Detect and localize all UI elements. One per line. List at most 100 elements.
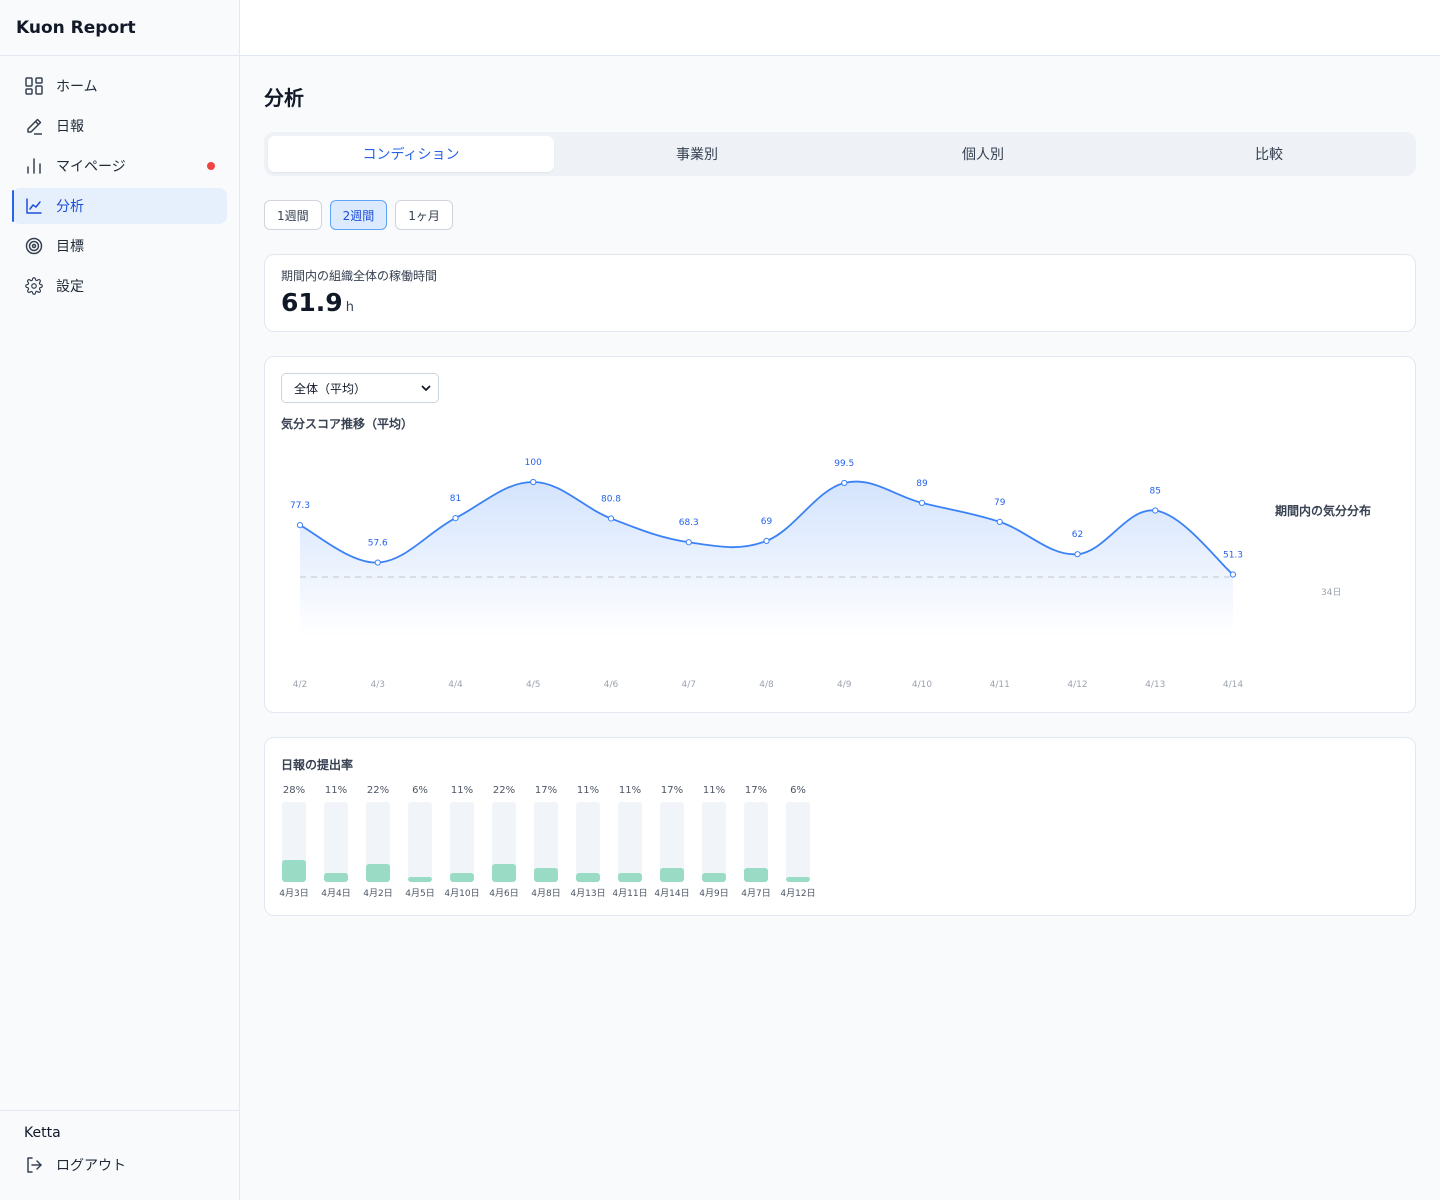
submission-bar-track bbox=[324, 802, 348, 882]
submission-bar-date: 4月7日 bbox=[741, 889, 771, 899]
tab-bar: コンディション 事業別 個人別 比較 bbox=[264, 132, 1416, 176]
mood-point bbox=[996, 518, 1003, 525]
mood-score-chart: 77.3 4/2 57.6 4/3 81 4/4 100 4/5 80.8 4/6 68.3 4/7 6… bbox=[290, 458, 1243, 690]
submission-bar-column: 11% 4月10日 bbox=[444, 784, 479, 899]
submission-rate-card: 日報の提出率 28% 4月3日 11% 4月4日 22% 4月2日 6% 4月5日 11% 4月1… bbox=[264, 737, 1416, 916]
tab-compare[interactable]: 比較 bbox=[1126, 136, 1412, 172]
mood-x-tick-label: 4/7 bbox=[682, 680, 696, 690]
logout-label: ログアウト bbox=[56, 1158, 126, 1174]
mood-x-tick-label: 4/9 bbox=[837, 680, 852, 690]
submission-bar-track bbox=[576, 802, 600, 882]
mood-data-label: 81 bbox=[450, 494, 461, 504]
sidebar-nav: ホーム 日報 マイページ 分析 目標 設定 bbox=[0, 56, 239, 304]
submission-bar-date: 4月9日 bbox=[699, 889, 729, 899]
submission-bar bbox=[408, 877, 432, 882]
submission-bar-column: 6% 4月12日 bbox=[780, 784, 815, 899]
mood-point bbox=[685, 539, 692, 546]
mood-x-tick-label: 4/14 bbox=[1223, 680, 1243, 690]
submission-bar-column: 17% 4月14日 bbox=[654, 784, 690, 899]
submission-bar bbox=[618, 873, 642, 882]
mood-distribution-value: 34日 bbox=[1321, 588, 1342, 598]
tab-by-business[interactable]: 事業別 bbox=[554, 136, 840, 172]
submission-bar-label: 17% bbox=[660, 785, 684, 796]
sidebar-item-goals[interactable]: 目標 bbox=[12, 228, 227, 264]
mood-point bbox=[530, 478, 537, 486]
mood-x-tick-label: 4/4 bbox=[448, 680, 463, 690]
period-1month-button[interactable]: 1ヶ月 bbox=[395, 200, 453, 230]
submission-bar-track bbox=[786, 802, 810, 882]
period-1week-button[interactable]: 1週間 bbox=[264, 200, 322, 230]
submission-bar-label: 22% bbox=[366, 785, 390, 796]
working-hours-label: 期間内の組織全体の稼働時間 bbox=[281, 269, 438, 283]
submission-bar-column: 11% 4月4日 bbox=[319, 784, 353, 899]
mood-x-tick-label: 4/12 bbox=[1067, 680, 1087, 690]
mood-x-tick-label: 4/13 bbox=[1145, 680, 1165, 690]
submission-bar-date: 4月13日 bbox=[570, 889, 606, 899]
mood-data-label: 100 bbox=[525, 458, 542, 468]
sidebar-item-label: 設定 bbox=[56, 279, 84, 295]
notification-dot bbox=[207, 162, 215, 170]
submission-bar-date: 4月14日 bbox=[654, 889, 690, 899]
mood-area-fill bbox=[300, 481, 1233, 637]
submission-bar-column: 22% 4月6日 bbox=[487, 784, 521, 899]
submission-bar-track bbox=[450, 802, 474, 882]
page-title: 分析 bbox=[264, 86, 304, 110]
mood-point bbox=[841, 479, 848, 487]
submission-bar-column: 28% 4月3日 bbox=[277, 784, 311, 899]
submission-bar-date: 4月2日 bbox=[363, 889, 393, 899]
mood-x-tick-label: 4/2 bbox=[293, 680, 307, 690]
submission-bar-label: 6% bbox=[790, 785, 806, 796]
grid-icon bbox=[24, 76, 44, 96]
submission-bar-date: 4月11日 bbox=[612, 889, 648, 899]
submission-bar-column: 11% 4月11日 bbox=[612, 784, 648, 899]
submission-bar-label: 11% bbox=[618, 785, 642, 796]
scope-select[interactable]: 全体（平均） bbox=[281, 373, 439, 403]
sidebar-item-settings[interactable]: 設定 bbox=[12, 268, 227, 304]
submission-bar-track bbox=[702, 802, 726, 882]
line-chart-icon bbox=[24, 196, 44, 216]
mood-x-tick-label: 4/8 bbox=[759, 680, 774, 690]
logout-icon bbox=[24, 1155, 44, 1175]
tab-by-person[interactable]: 個人別 bbox=[840, 136, 1126, 172]
sidebar-item-daily-report[interactable]: 日報 bbox=[12, 108, 227, 144]
submission-bar bbox=[534, 868, 558, 882]
sidebar-item-mypage[interactable]: マイページ bbox=[12, 148, 227, 184]
pencil-icon bbox=[24, 116, 44, 136]
submission-bar-column: 6% 4月5日 bbox=[403, 784, 437, 899]
sidebar-item-home[interactable]: ホーム bbox=[12, 68, 227, 104]
mood-point bbox=[374, 559, 381, 566]
mood-distribution-title: 期間内の気分分布 bbox=[1275, 504, 1372, 518]
submission-bar-label: 11% bbox=[702, 785, 726, 796]
chevron-down-icon bbox=[420, 382, 432, 394]
mood-data-label: 51.3 bbox=[1223, 551, 1243, 561]
mood-data-label: 68.3 bbox=[679, 518, 699, 528]
mood-point bbox=[1152, 507, 1159, 514]
period-selector: 1週間 2週間 1ヶ月 bbox=[264, 200, 1416, 230]
submission-rate-chart: 28% 4月3日 11% 4月4日 22% 4月2日 6% 4月5日 11% 4月10日 22% 4月… bbox=[277, 784, 815, 899]
submission-bar bbox=[660, 868, 684, 882]
submission-bar bbox=[450, 873, 474, 882]
period-2weeks-button[interactable]: 2週間 bbox=[329, 200, 388, 230]
submission-bar bbox=[786, 877, 810, 882]
mood-x-tick-label: 4/5 bbox=[526, 680, 540, 690]
mood-point bbox=[607, 515, 615, 522]
working-hours-card: 期間内の組織全体の稼働時間 61.9 h bbox=[264, 254, 1416, 332]
logout-button[interactable]: ログアウト bbox=[24, 1155, 215, 1175]
submission-bar bbox=[702, 873, 726, 882]
submission-bar-track bbox=[408, 802, 432, 882]
submission-bar-label: 17% bbox=[744, 785, 768, 796]
mood-chart-card: 77.3 4/2 57.6 4/3 81 4/4 100 4/5 80.8 4/6 68.3 4/7 6… bbox=[264, 356, 1416, 713]
mood-data-label: 69 bbox=[761, 517, 773, 527]
mood-data-label: 57.6 bbox=[368, 539, 388, 549]
sidebar-footer: Ketta ログアウト bbox=[0, 1110, 239, 1200]
tab-condition[interactable]: コンディション bbox=[268, 136, 554, 172]
submission-bar-date: 4月6日 bbox=[489, 889, 519, 899]
submission-bar bbox=[576, 873, 600, 882]
mood-x-tick-label: 4/6 bbox=[604, 680, 619, 690]
sidebar-item-label: ホーム bbox=[56, 79, 98, 95]
submission-bar-column: 17% 4月8日 bbox=[529, 784, 563, 899]
sidebar-item-analysis[interactable]: 分析 bbox=[12, 188, 227, 224]
submission-bar-track bbox=[534, 802, 558, 882]
mood-data-label: 79 bbox=[994, 498, 1006, 508]
submission-bar-label: 17% bbox=[534, 785, 558, 796]
